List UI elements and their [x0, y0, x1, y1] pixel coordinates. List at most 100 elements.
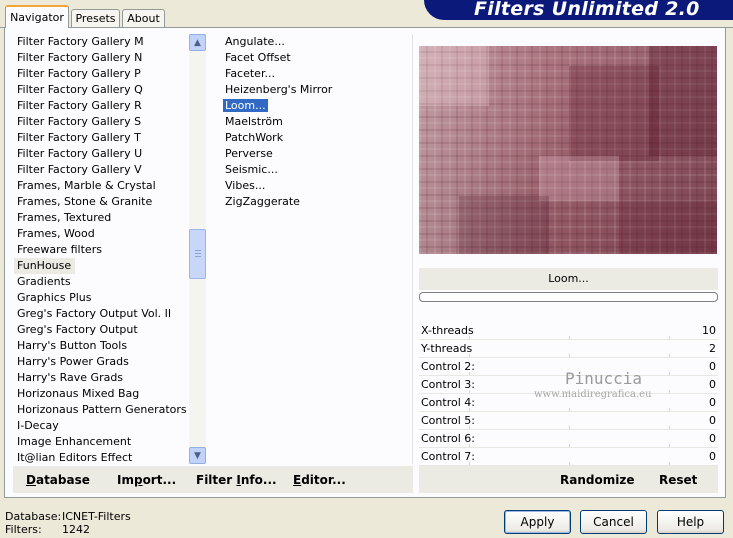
- status-database-value: ICNET-Filters: [62, 510, 131, 523]
- category-item[interactable]: Frames, Wood: [14, 226, 189, 242]
- preview-texture: [649, 46, 717, 156]
- filter-item[interactable]: Vibes...: [222, 178, 372, 194]
- apply-button[interactable]: Apply: [504, 510, 571, 534]
- category-scrollbar[interactable]: ▲ ▼: [189, 34, 206, 464]
- import-button[interactable]: Import...: [117, 472, 176, 488]
- divider: [412, 34, 413, 464]
- grip-line: [195, 250, 201, 251]
- filter-item[interactable]: ZigZaggerate: [222, 194, 372, 210]
- slider-tick: [669, 462, 670, 465]
- category-item[interactable]: Filter Factory Gallery P: [14, 66, 189, 82]
- category-item[interactable]: Filter Factory Gallery T: [14, 130, 189, 146]
- category-item[interactable]: Greg's Factory Output: [14, 322, 189, 338]
- slider-tick: [669, 390, 670, 393]
- category-item[interactable]: Filter Factory Gallery V: [14, 162, 189, 178]
- scroll-down-button[interactable]: ▼: [189, 447, 206, 464]
- category-item[interactable]: Graphics Plus: [14, 290, 189, 306]
- filter-item-label: Faceter...: [225, 67, 275, 80]
- control-row[interactable]: X-threads 10: [419, 322, 718, 340]
- filter-item[interactable]: Perverse: [222, 146, 372, 162]
- cancel-button[interactable]: Cancel: [580, 510, 647, 534]
- control-value: 0: [709, 432, 716, 445]
- filter-item[interactable]: PatchWork: [222, 130, 372, 146]
- category-item[interactable]: Harry's Power Grads: [14, 354, 189, 370]
- slider-tick: [669, 336, 670, 339]
- category-item[interactable]: Filter Factory Gallery Q: [14, 82, 189, 98]
- slider-tick: [569, 354, 570, 357]
- category-item[interactable]: Frames, Marble & Crystal: [14, 178, 189, 194]
- filter-item[interactable]: Heizenberg's Mirror: [222, 82, 372, 98]
- filter-item-label: Maelström: [225, 115, 283, 128]
- category-item[interactable]: Horizonaus Mixed Bag: [14, 386, 189, 402]
- scroll-up-button[interactable]: ▲: [189, 34, 206, 51]
- app-title-banner: Filters Unlimited 2.0: [424, 0, 733, 20]
- randomize-button[interactable]: Randomize: [560, 472, 634, 488]
- scroll-thumb[interactable]: [189, 229, 206, 279]
- slider-tick: [569, 408, 570, 411]
- control-value: 10: [702, 324, 716, 337]
- control-row[interactable]: Control 7: 0: [419, 448, 718, 466]
- filter-item-label: Seismic...: [225, 163, 278, 176]
- filter-info-button[interactable]: Filter Info...: [196, 472, 277, 488]
- filter-item[interactable]: Loom...: [222, 98, 372, 114]
- control-label: Control 3:: [421, 378, 475, 391]
- grip-line: [195, 253, 201, 254]
- category-item[interactable]: Harry's Rave Grads: [14, 370, 189, 386]
- control-value: 2: [709, 342, 716, 355]
- category-item[interactable]: Freeware filters: [14, 242, 189, 258]
- control-value: 0: [709, 396, 716, 409]
- slider-tick: [669, 354, 670, 357]
- help-button[interactable]: Help: [657, 510, 724, 534]
- category-item[interactable]: It@lian Editors Effect: [14, 450, 189, 466]
- category-item[interactable]: Greg's Factory Output Vol. II: [14, 306, 189, 322]
- category-item[interactable]: Filter Factory Gallery R: [14, 98, 189, 114]
- tab-presets[interactable]: Presets: [71, 9, 120, 27]
- category-item[interactable]: Filter Factory Gallery U: [14, 146, 189, 162]
- category-item[interactable]: Horizonaus Pattern Generators: [14, 402, 189, 418]
- category-item[interactable]: Image Enhancement: [14, 434, 189, 450]
- control-row[interactable]: Y-threads 2: [419, 340, 718, 358]
- slider-tick: [669, 372, 670, 375]
- category-item[interactable]: Filter Factory Gallery N: [14, 50, 189, 66]
- tab-navigator[interactable]: Navigator: [5, 5, 69, 28]
- grip-line: [195, 256, 201, 257]
- preview-texture: [619, 201, 717, 254]
- preview-texture: [539, 156, 619, 201]
- status-database-label: Database:: [5, 510, 62, 523]
- category-item[interactable]: Filter Factory Gallery S: [14, 114, 189, 130]
- category-item[interactable]: Frames, Stone & Granite: [14, 194, 189, 210]
- filter-item-label: ZigZaggerate: [225, 195, 300, 208]
- filter-list[interactable]: Angulate... Facet Offset Faceter... Heizenb…: [222, 34, 372, 210]
- category-item[interactable]: FunHouse: [14, 258, 76, 274]
- watermark-name: Pinuccia: [565, 369, 643, 388]
- category-item[interactable]: Filter Factory Gallery M: [14, 34, 189, 50]
- control-row[interactable]: Control 5: 0: [419, 412, 718, 430]
- tab-about[interactable]: About: [122, 9, 165, 27]
- filter-item[interactable]: Faceter...: [222, 66, 372, 82]
- slider-tick: [569, 426, 570, 429]
- category-list[interactable]: Filter Factory Gallery M Filter Factory G…: [14, 34, 189, 466]
- reset-button[interactable]: Reset: [659, 472, 697, 488]
- control-label: Y-threads: [421, 342, 473, 355]
- preview-texture: [419, 46, 489, 106]
- filter-item-label: Perverse: [225, 147, 273, 160]
- app-title: Filters Unlimited 2.0: [474, 0, 700, 20]
- status-filters-value: 1242: [62, 523, 90, 536]
- control-label: Control 4:: [421, 396, 475, 409]
- category-item[interactable]: Harry's Button Tools: [14, 338, 189, 354]
- filter-item[interactable]: Seismic...: [222, 162, 372, 178]
- slider-tick: [669, 444, 670, 447]
- category-item[interactable]: Gradients: [14, 274, 189, 290]
- chevron-up-icon: ▲: [194, 37, 201, 48]
- filter-item[interactable]: Facet Offset: [222, 50, 372, 66]
- filter-item-label: Loom...: [223, 99, 268, 112]
- slider-tick: [669, 408, 670, 411]
- database-button[interactable]: Database: [26, 472, 90, 488]
- control-row[interactable]: Control 6: 0: [419, 430, 718, 448]
- filter-item[interactable]: Maelström: [222, 114, 372, 130]
- filter-item[interactable]: Angulate...: [222, 34, 372, 50]
- category-item[interactable]: I-Decay: [14, 418, 189, 434]
- editor-button[interactable]: Editor...: [293, 472, 346, 488]
- category-item[interactable]: Frames, Textured: [14, 210, 189, 226]
- control-label: Control 6:: [421, 432, 475, 445]
